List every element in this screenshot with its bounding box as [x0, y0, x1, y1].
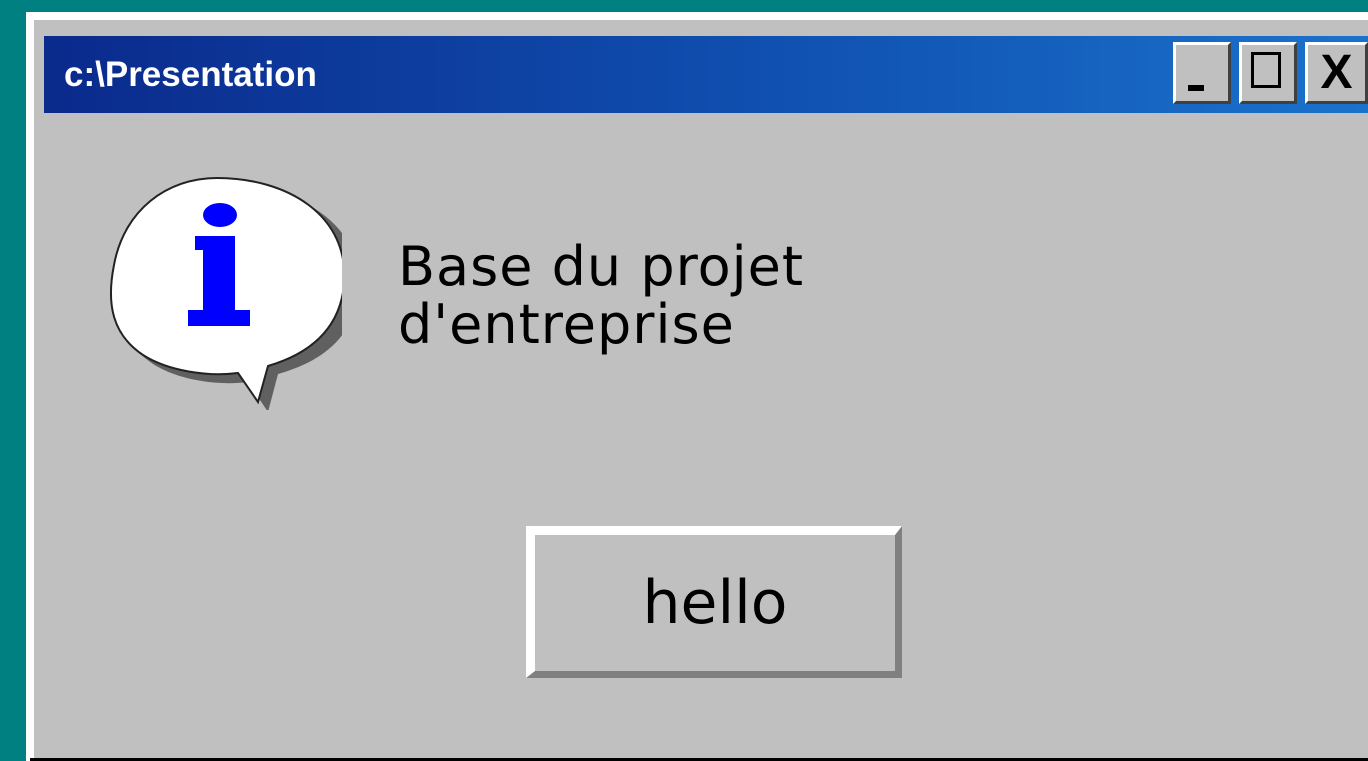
info-icon — [109, 176, 342, 410]
minimize-icon — [1188, 85, 1204, 91]
message-line-2: d'entreprise — [398, 293, 735, 356]
dialog-window: c:\Presentation X Base du projet d'entre… — [26, 12, 1368, 761]
message-line-1: Base du projet — [398, 235, 805, 298]
dialog-message: Base du projet d'entreprise — [398, 238, 1098, 354]
close-button[interactable]: X — [1305, 42, 1368, 104]
window-title: c:\Presentation — [64, 55, 317, 94]
hello-button-label: hello — [642, 568, 788, 638]
hello-button[interactable]: hello — [526, 526, 902, 678]
minimize-button[interactable] — [1173, 42, 1231, 104]
close-icon: X — [1320, 46, 1353, 99]
maximize-button[interactable] — [1239, 42, 1297, 104]
title-bar[interactable]: c:\Presentation X — [44, 36, 1368, 113]
maximize-icon — [1251, 52, 1281, 88]
